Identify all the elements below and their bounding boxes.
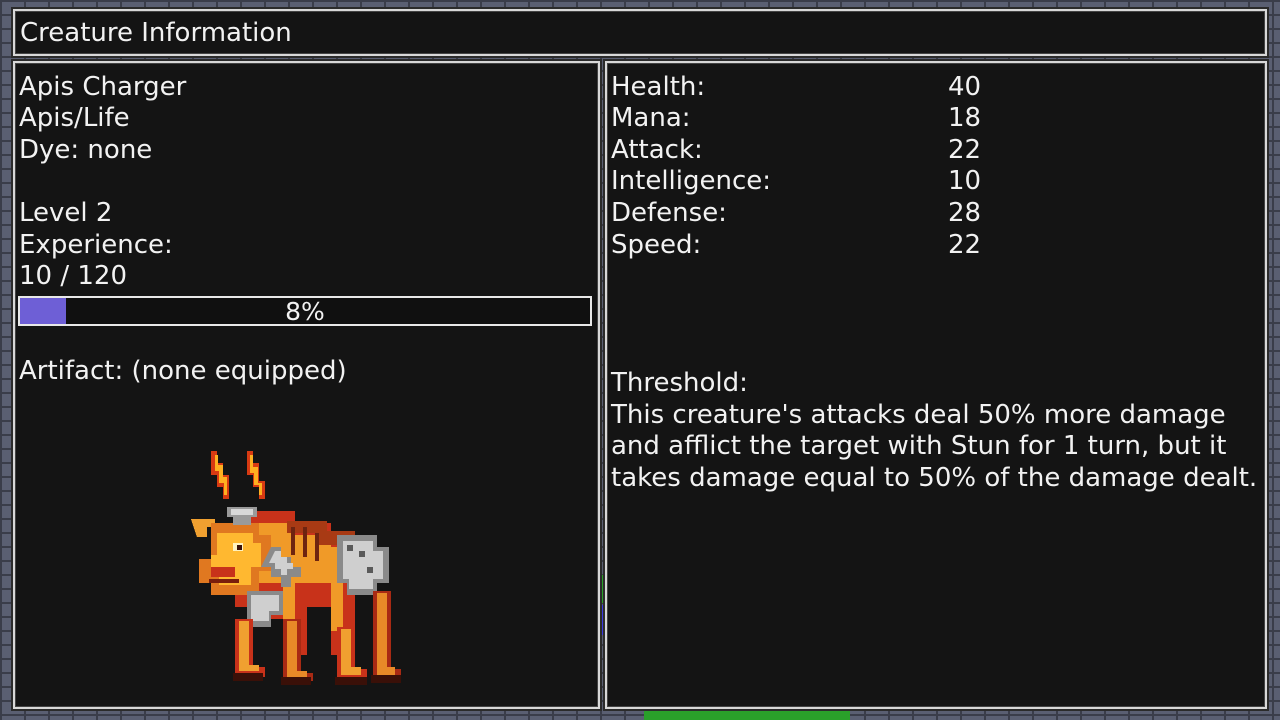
creature-level: Level 2	[19, 198, 113, 228]
stat-row-health: Health: 40	[611, 71, 1011, 103]
stat-value: 10	[948, 166, 982, 196]
stat-label: Health:	[611, 72, 706, 102]
artifact-slot: Artifact: (none equipped)	[19, 356, 347, 386]
trait-description: This creature's attacks deal 50% more da…	[611, 399, 1258, 493]
creature-dye: Dye: none	[19, 135, 153, 165]
stat-row-speed: Speed: 22	[611, 229, 1011, 261]
creature-stats-panel: Health: 40 Mana: 18 Attack: 22 Intellige…	[605, 61, 1267, 709]
experience-percent: 8%	[285, 297, 325, 326]
stat-row-attack: Attack: 22	[611, 134, 1011, 166]
title-bar: Creature Information	[13, 9, 1267, 56]
stat-row-mana: Mana: 18	[611, 102, 1011, 134]
stat-value: 22	[948, 135, 982, 165]
apis-charger-sprite-icon	[191, 451, 401, 685]
creature-info-panel: Apis Charger Apis/Life Dye: none Level 2…	[13, 61, 600, 709]
stat-value: 40	[948, 72, 982, 102]
creature-name: Apis Charger	[19, 72, 187, 102]
backdrop-accent-green	[644, 708, 850, 720]
experience-progress-bar: 8%	[18, 296, 592, 326]
experience-label: Experience:	[19, 230, 173, 260]
stat-value: 22	[948, 230, 982, 260]
stat-label: Attack:	[611, 135, 703, 165]
window-title: Creature Information	[20, 18, 292, 48]
trait-description-block: Threshold: This creature's attacks deal …	[611, 368, 1261, 494]
creature-type: Apis/Life	[19, 103, 130, 133]
stat-value: 18	[948, 103, 982, 133]
stat-label: Defense:	[611, 198, 727, 228]
stat-value: 28	[948, 198, 982, 228]
stat-label: Speed:	[611, 230, 702, 260]
trait-heading: Threshold:	[611, 368, 748, 398]
stat-row-intelligence: Intelligence: 10	[611, 165, 1011, 197]
stat-row-defense: Defense: 28	[611, 197, 1011, 229]
experience-value: 10 / 120	[19, 261, 127, 291]
stat-label: Mana:	[611, 103, 691, 133]
stat-label: Intelligence:	[611, 166, 772, 196]
